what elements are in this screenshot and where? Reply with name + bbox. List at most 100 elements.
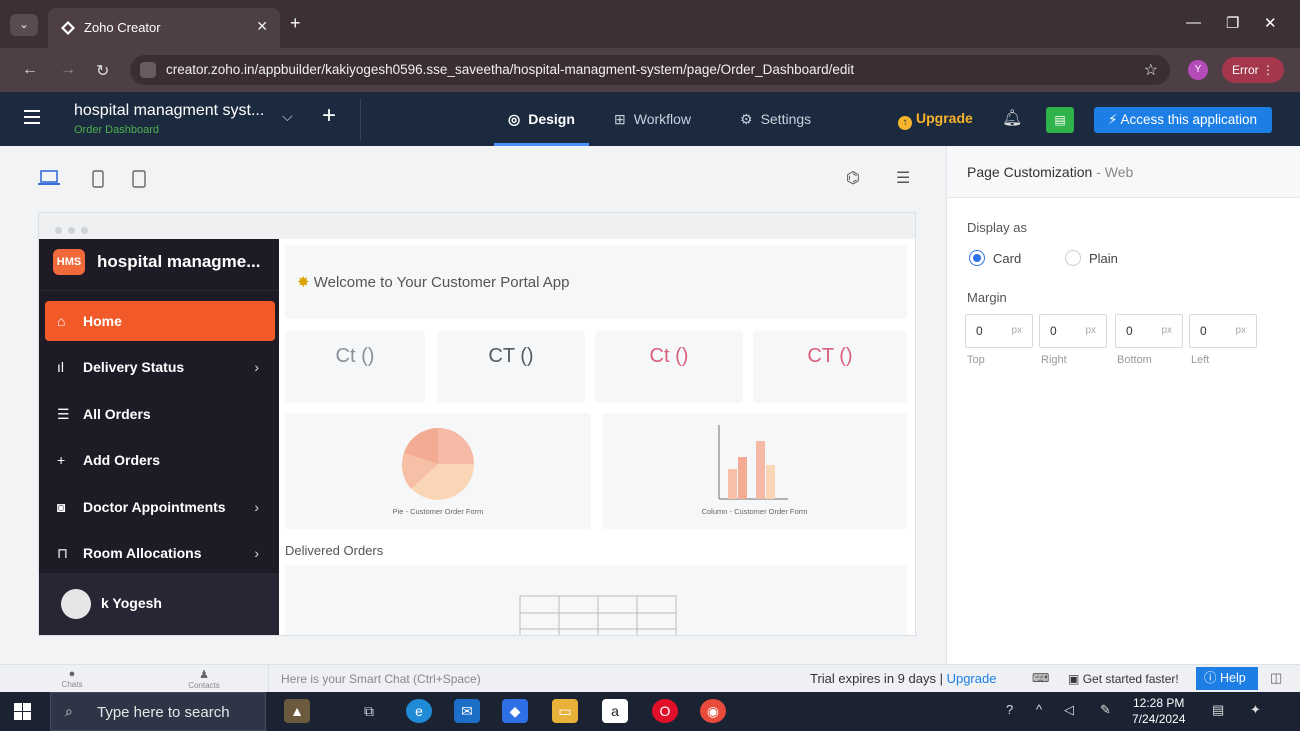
- outline-list-icon[interactable]: ☰: [896, 168, 910, 188]
- stat-value: CT (): [807, 345, 853, 367]
- radio-plain[interactable]: [1065, 250, 1081, 266]
- sidebar-item-add-orders[interactable]: + Add Orders: [45, 440, 275, 480]
- copilot-icon[interactable]: ✦: [1250, 702, 1261, 718]
- margin-bottom-input[interactable]: 0 px: [1115, 314, 1183, 348]
- profile-avatar[interactable]: Y: [1188, 60, 1208, 80]
- margin-left-input[interactable]: 0 px: [1189, 314, 1257, 348]
- sidebar-item-label: Home: [83, 313, 122, 329]
- delivered-orders-table[interactable]: [285, 565, 907, 635]
- chats-label: Chats: [61, 680, 83, 689]
- pie-chart-widget[interactable]: Pie - Customer Order Form: [285, 413, 591, 529]
- sidebar-item-all-orders[interactable]: ☰ All Orders: [45, 394, 275, 434]
- notifications-icon[interactable]: ▤: [1212, 702, 1224, 718]
- url-text[interactable]: creator.zoho.in/appbuilder/kakiyogesh059…: [166, 62, 854, 77]
- paint-bucket-icon[interactable]: ⌬: [846, 168, 860, 188]
- sidebar-item-doctor-appointments[interactable]: ◙ Doctor Appointments ›: [45, 487, 275, 527]
- dropbox-icon[interactable]: ◆: [502, 699, 528, 723]
- chats-button[interactable]: ● Chats: [32, 668, 112, 689]
- reload-icon[interactable]: ↻: [96, 61, 109, 81]
- welcome-panel[interactable]: ✸ Welcome to Your Customer Portal App: [285, 245, 907, 319]
- list-icon: ☰: [57, 406, 70, 422]
- column-chart-widget[interactable]: Column - Customer Order Form: [602, 413, 907, 529]
- sidebar-item-delivery-status[interactable]: ıl Delivery Status ›: [45, 347, 275, 387]
- windows-start-icon[interactable]: [14, 703, 31, 720]
- preview-window-bar: [39, 213, 915, 239]
- stat-card[interactable]: Ct (): [595, 331, 743, 403]
- forward-icon[interactable]: →: [60, 61, 76, 79]
- margin-side-label: Right: [1041, 354, 1067, 366]
- address-bar[interactable]: creator.zoho.in/appbuilder/kakiyogesh059…: [130, 55, 1170, 85]
- tab-workflow-label: Workflow: [633, 111, 692, 127]
- tab-settings[interactable]: ⚙ Settings: [740, 92, 811, 146]
- volume-icon[interactable]: ◁: [1064, 702, 1074, 718]
- smart-chat-input[interactable]: Here is your Smart Chat (Ctrl+Space): [268, 665, 808, 692]
- mobile-icon[interactable]: [132, 170, 146, 193]
- app-menu-button[interactable]: ▤: [1046, 107, 1074, 133]
- taskbar-clock[interactable]: 12:28 PM 7/24/2024: [1132, 695, 1185, 727]
- chevron-up-icon[interactable]: ^: [1036, 702, 1042, 717]
- taskbar-search[interactable]: ⌕ Type here to search: [50, 692, 266, 731]
- browser-tab[interactable]: Zoho Creator ✕: [48, 8, 280, 48]
- feedback-icon[interactable]: ◫: [1270, 670, 1282, 686]
- tablet-icon[interactable]: [92, 170, 104, 193]
- file-explorer-icon[interactable]: ▭: [552, 699, 578, 723]
- app-preview-frame: HMS hospital managme... ⌂ Home ıl Delivery…: [38, 212, 916, 636]
- chrome-icon[interactable]: ◉: [700, 699, 726, 723]
- stat-card[interactable]: CT (): [437, 331, 585, 403]
- properties-title-suffix: - Web: [1096, 164, 1134, 180]
- tab-workflow[interactable]: ⊞ Workflow: [614, 92, 691, 146]
- error-button[interactable]: Error ⋮: [1222, 57, 1284, 83]
- display-as-label: Display as: [967, 220, 1027, 235]
- trial-upgrade-link[interactable]: Upgrade: [947, 671, 997, 686]
- minimize-icon[interactable]: —: [1186, 14, 1201, 31]
- edge-icon[interactable]: e: [406, 699, 432, 723]
- help-button[interactable]: ⓘ Help: [1196, 667, 1258, 690]
- app-name[interactable]: hospital managment syst...: [74, 102, 264, 120]
- tab-design[interactable]: ◎ Design: [494, 92, 589, 146]
- bell-icon[interactable]: 🔔︎: [1002, 108, 1022, 128]
- bookmark-star-icon[interactable]: ☆: [1144, 60, 1158, 80]
- contacts-icon: ♟: [199, 669, 209, 681]
- browser-toolbar: ← → ↻ creator.zoho.in/appbuilder/kakiyog…: [0, 48, 1300, 92]
- sidebar-item-room-allocations[interactable]: ⊓ Room Allocations ›: [45, 533, 275, 573]
- tab-search-button[interactable]: ⌄: [10, 14, 38, 36]
- window-close-icon[interactable]: ✕: [1264, 14, 1277, 32]
- contacts-button[interactable]: ♟ Contacts: [164, 668, 244, 690]
- site-info-icon[interactable]: [140, 62, 156, 78]
- margin-right-input[interactable]: 0 px: [1039, 314, 1107, 348]
- sidebar-item-label: Delivery Status: [83, 359, 185, 375]
- get-started-button[interactable]: ▣ Get started faster!: [1068, 672, 1179, 686]
- tab-close-icon[interactable]: ✕: [256, 18, 268, 35]
- amazon-icon[interactable]: a: [602, 699, 628, 723]
- stat-value: Ct (): [335, 345, 375, 367]
- welcome-text: ✸ Welcome to Your Customer Portal App: [297, 273, 569, 291]
- help-tray-icon[interactable]: ?: [1006, 702, 1013, 717]
- add-icon[interactable]: +: [322, 102, 336, 130]
- stat-card[interactable]: CT (): [753, 331, 907, 403]
- back-icon[interactable]: ←: [22, 61, 38, 79]
- radio-card[interactable]: [969, 250, 985, 266]
- stat-card[interactable]: Ct (): [285, 331, 425, 403]
- restore-icon[interactable]: ❐: [1226, 14, 1239, 32]
- upgrade-link[interactable]: ↑ Upgrade: [898, 110, 973, 130]
- smart-chat-bar: ● Chats ♟ Contacts Here is your Smart Chat…: [0, 664, 1300, 692]
- chevron-down-icon[interactable]: ⌵: [282, 108, 293, 125]
- opera-icon[interactable]: O: [652, 699, 678, 723]
- welcome-label: Welcome to Your Customer Portal App: [313, 274, 570, 291]
- mail-icon[interactable]: ✉: [454, 699, 480, 723]
- chart-caption: Pie - Customer Order Form: [392, 507, 484, 516]
- pen-icon[interactable]: ✎: [1100, 702, 1111, 718]
- laptop-icon[interactable]: [38, 170, 60, 191]
- radio-card-label: Card: [993, 251, 1022, 266]
- task-view-icon[interactable]: ⧉: [356, 699, 382, 723]
- stones-widget-icon[interactable]: ▲: [284, 699, 310, 723]
- new-tab-button[interactable]: +: [290, 13, 301, 34]
- stat-value: Ct (): [649, 345, 689, 367]
- access-application-button[interactable]: ⚡︎ Access this application: [1094, 107, 1272, 133]
- menu-icon[interactable]: [24, 110, 40, 124]
- home-icon: ⌂: [57, 313, 66, 329]
- keyboard-icon[interactable]: ⌨: [1032, 671, 1049, 685]
- user-profile[interactable]: k Yogesh: [39, 573, 279, 635]
- sidebar-item-home[interactable]: ⌂ Home: [45, 301, 275, 341]
- margin-top-input[interactable]: 0 px: [965, 314, 1033, 348]
